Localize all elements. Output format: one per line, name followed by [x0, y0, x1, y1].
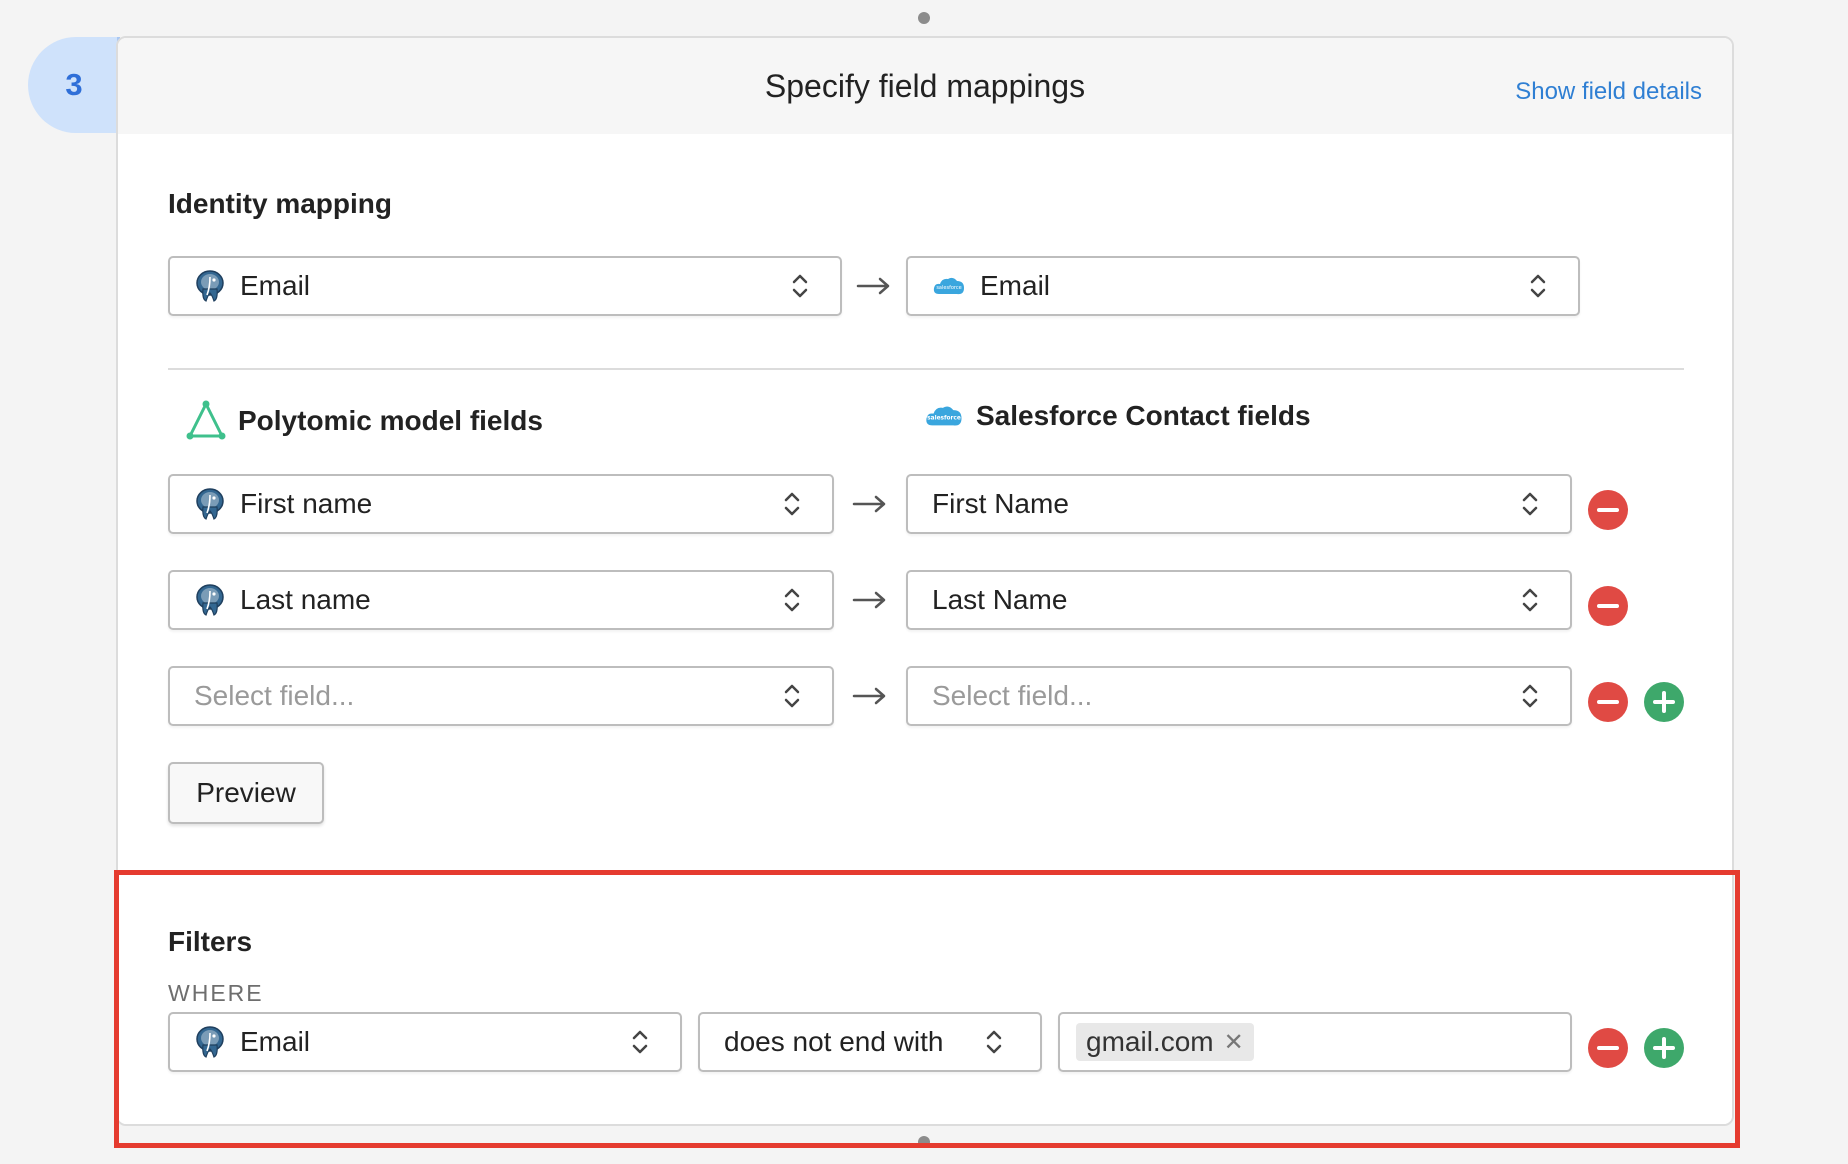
target-column-title: Salesforce Contact fields — [976, 400, 1311, 431]
chevron-updown-icon — [1530, 274, 1546, 298]
plus-icon — [1653, 691, 1675, 713]
identity-target-select[interactable]: salesforce Email — [906, 256, 1580, 316]
arrow-right-icon — [852, 591, 886, 609]
mapping-target-select[interactable]: Select field... — [906, 666, 1572, 726]
remove-mapping-button[interactable] — [1588, 586, 1628, 626]
arrow-right-icon — [852, 687, 886, 705]
chevron-updown-icon — [784, 492, 800, 516]
svg-text:salesforce: salesforce — [927, 416, 961, 422]
mapping-source-value: First name — [240, 488, 373, 519]
source-column-header: Polytomic model fields — [186, 400, 543, 442]
field-mappings-card: Specify field mappings Show field detail… — [116, 36, 1734, 1126]
mapping-source-value: Last name — [240, 584, 371, 615]
top-connector-dot — [918, 12, 930, 24]
chevron-updown-icon — [792, 274, 808, 298]
step-number-badge: 3 — [28, 37, 120, 133]
filters-label: Filters — [168, 926, 253, 957]
filter-value-chip-label: gmail.com — [1086, 1026, 1214, 1057]
bottom-connector-dot — [918, 1136, 930, 1148]
mapping-source-placeholder: Select field... — [194, 680, 355, 711]
remove-filter-button[interactable] — [1588, 1028, 1628, 1068]
remove-mapping-button[interactable] — [1588, 490, 1628, 530]
minus-icon — [1597, 1046, 1619, 1050]
minus-icon — [1597, 508, 1619, 512]
filter-field-value: Email — [240, 1026, 311, 1057]
postgres-icon — [196, 488, 224, 520]
page-title: Specify field mappings — [764, 68, 1086, 104]
mapping-source-select[interactable]: Select field... — [168, 666, 834, 726]
preview-button[interactable]: Preview — [168, 762, 324, 824]
polytomic-icon — [186, 400, 226, 440]
postgres-icon — [196, 270, 224, 302]
mapping-target-select[interactable]: First Name — [906, 474, 1572, 534]
plus-icon — [1653, 1037, 1675, 1059]
chevron-updown-icon — [1522, 684, 1538, 708]
chevron-updown-icon — [986, 1030, 1002, 1054]
identity-source-select[interactable]: Email — [168, 256, 842, 316]
svg-text:salesforce: salesforce — [936, 285, 961, 291]
filter-value-chip: gmail.com ✕ — [1076, 1023, 1254, 1061]
mapping-target-select[interactable]: Last Name — [906, 570, 1572, 630]
add-mapping-button[interactable] — [1644, 682, 1684, 722]
mapping-source-select[interactable]: First name — [168, 474, 834, 534]
identity-source-value: Email — [240, 270, 311, 301]
filters-section — [118, 868, 1732, 1124]
mapping-target-value: Last Name — [932, 584, 1068, 615]
salesforce-icon: salesforce — [926, 406, 962, 426]
remove-chip-icon[interactable]: ✕ — [1224, 1028, 1244, 1057]
step-number: 3 — [65, 67, 83, 102]
minus-icon — [1597, 700, 1619, 704]
add-filter-button[interactable] — [1644, 1028, 1684, 1068]
postgres-icon — [196, 1026, 224, 1058]
target-column-header: salesforce Salesforce Contact fields — [924, 400, 1311, 432]
mapping-target-placeholder: Select field... — [932, 680, 1093, 711]
chevron-updown-icon — [784, 588, 800, 612]
identity-mapping-label: Identity mapping — [168, 188, 392, 219]
minus-icon — [1597, 604, 1619, 608]
filter-field-select[interactable]: Email — [168, 1012, 682, 1072]
arrow-right-icon — [856, 277, 890, 295]
filter-operator-select[interactable]: does not end with — [698, 1012, 1042, 1072]
mapping-source-select[interactable]: Last name — [168, 570, 834, 630]
source-column-title: Polytomic model fields — [238, 405, 543, 436]
mapping-target-value: First Name — [932, 488, 1069, 519]
chevron-updown-icon — [784, 684, 800, 708]
filter-value-input[interactable]: gmail.com ✕ — [1058, 1012, 1572, 1072]
remove-mapping-button[interactable] — [1588, 682, 1628, 722]
chevron-updown-icon — [632, 1030, 648, 1054]
chevron-updown-icon — [1522, 588, 1538, 612]
show-field-details-link[interactable]: Show field details — [1515, 78, 1702, 106]
arrow-right-icon — [852, 495, 886, 513]
filter-operator-value: does not end with — [724, 1026, 944, 1057]
divider — [168, 368, 1684, 370]
where-label: WHERE — [168, 980, 264, 1006]
chevron-updown-icon — [1522, 492, 1538, 516]
postgres-icon — [196, 584, 224, 616]
card-header: Specify field mappings Show field detail… — [118, 38, 1732, 134]
salesforce-icon: salesforce — [933, 277, 964, 295]
identity-target-value: Email — [980, 270, 1051, 301]
